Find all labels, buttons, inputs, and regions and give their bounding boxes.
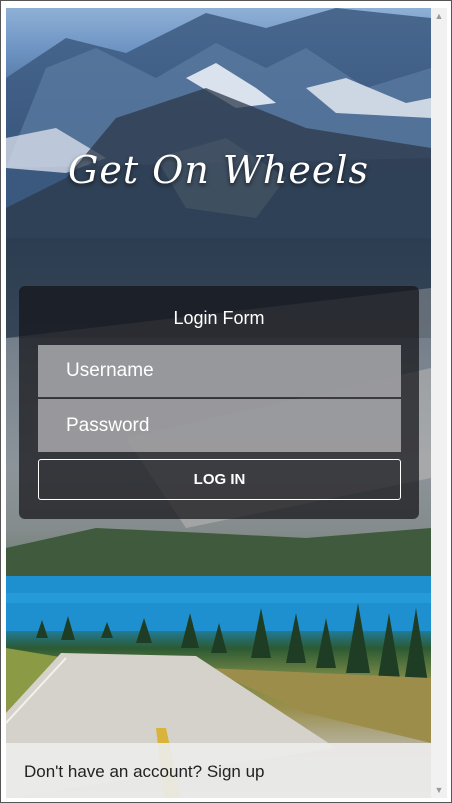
- login-button[interactable]: LOG IN: [38, 459, 401, 500]
- username-input[interactable]: [38, 345, 401, 398]
- signup-prompt-text: Don't have an account?: [24, 762, 207, 781]
- page-viewport: Get On Wheels Login Form LOG IN Don't ha…: [6, 8, 431, 798]
- signup-link[interactable]: Sign up: [207, 762, 265, 781]
- chevron-up-icon[interactable]: ▲: [431, 8, 447, 24]
- login-panel: Login Form LOG IN: [19, 286, 419, 519]
- signup-prompt-line: Don't have an account? Sign up: [24, 762, 265, 782]
- app-brand-title: Get On Wheels: [67, 148, 370, 192]
- chevron-down-icon[interactable]: ▼: [431, 782, 447, 798]
- signup-footer: Don't have an account? Sign up: [6, 743, 431, 798]
- vertical-scrollbar[interactable]: ▲ ▼: [431, 8, 447, 798]
- password-input[interactable]: [38, 399, 401, 452]
- browser-frame: Get On Wheels Login Form LOG IN Don't ha…: [0, 0, 452, 803]
- login-form-title: Login Form: [173, 308, 265, 328]
